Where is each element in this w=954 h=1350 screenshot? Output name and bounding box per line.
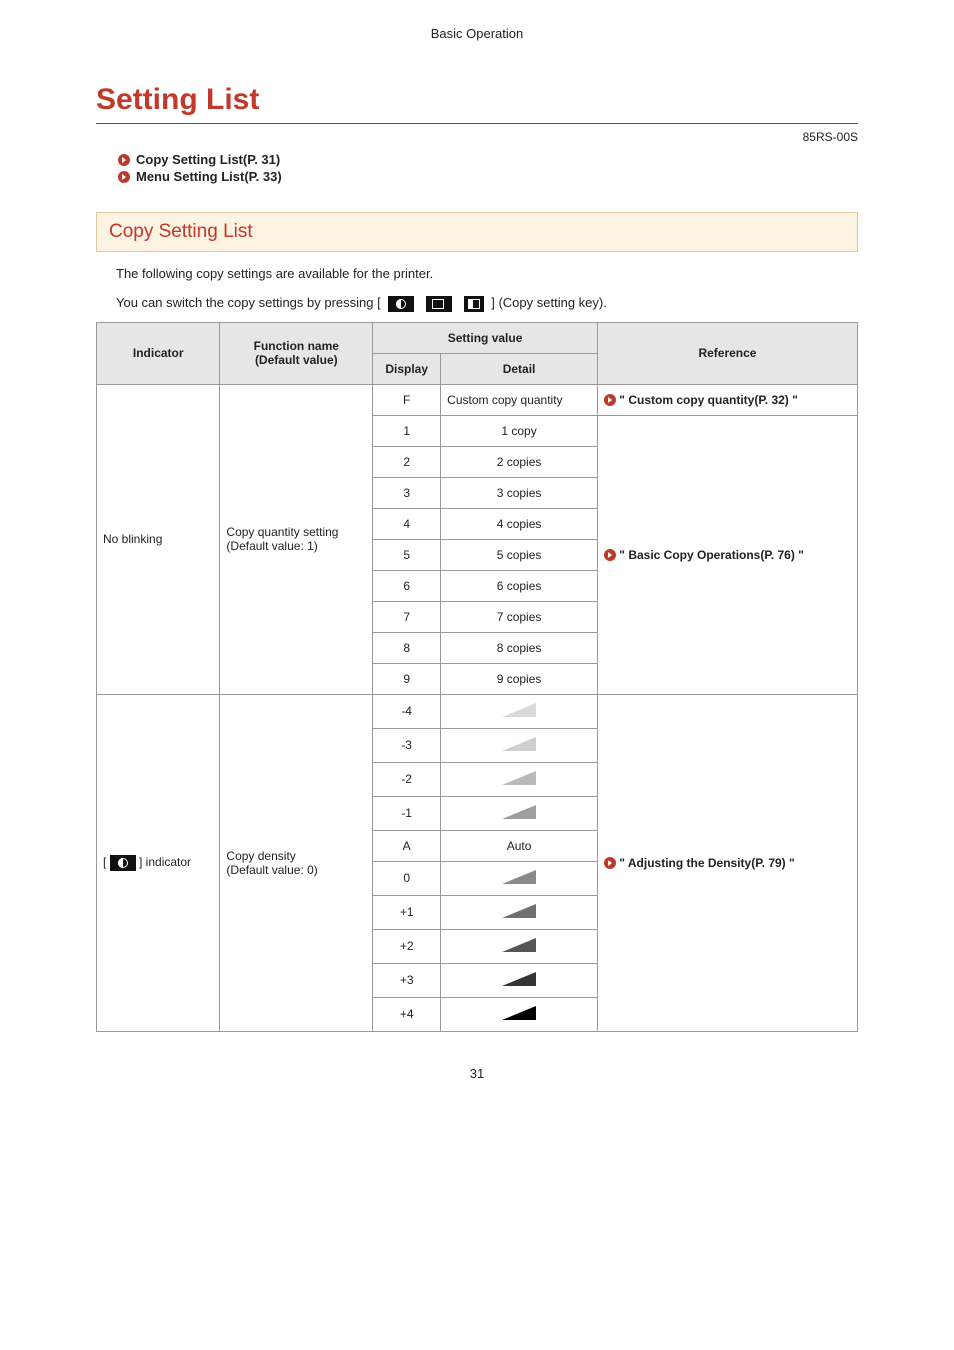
cell-display: A — [373, 830, 441, 861]
cell-detail-tri — [441, 997, 598, 1031]
cell-detail-tri — [441, 963, 598, 997]
th-setting-value: Setting value — [373, 322, 598, 353]
page-number: 31 — [96, 1066, 858, 1081]
density-triangle-icon — [502, 805, 536, 819]
ref-label: " Basic Copy Operations(P. 76) " — [619, 548, 804, 562]
th-indicator: Indicator — [97, 322, 220, 384]
bullet-play-icon — [604, 394, 616, 406]
density-triangle-icon — [502, 1006, 536, 1020]
cell-display: 3 — [373, 477, 441, 508]
ref-label: " Custom copy quantity(P. 32) " — [619, 393, 798, 407]
cell-detail-tri — [441, 929, 598, 963]
doc-code: 85RS-00S — [96, 130, 858, 144]
toc-link-copy-setting-list[interactable]: Copy Setting List(P. 31) — [118, 152, 858, 167]
intro-text-1: The following copy settings are availabl… — [116, 266, 858, 281]
section-heading-wrap: Copy Setting List — [96, 212, 858, 252]
th-display: Display — [373, 353, 441, 384]
density-triangle-icon — [502, 771, 536, 785]
ref-link-adjust-density[interactable]: " Adjusting the Density(P. 79) " — [597, 694, 857, 1031]
cell-func-copyqty: Copy quantity setting (Default value: 1) — [220, 384, 373, 694]
cell-detail: 7 copies — [441, 601, 598, 632]
ref-link-basic-copy-ops[interactable]: " Basic Copy Operations(P. 76) " — [597, 415, 857, 694]
cell-display: +3 — [373, 963, 441, 997]
cell-display: -1 — [373, 796, 441, 830]
bullet-play-icon — [604, 857, 616, 869]
cell-display: -2 — [373, 762, 441, 796]
th-detail: Detail — [441, 353, 598, 384]
bullet-play-icon — [604, 549, 616, 561]
cell-detail: 5 copies — [441, 539, 598, 570]
ref-label: " Adjusting the Density(P. 79) " — [619, 856, 794, 870]
ref-link-custom-copy-qty[interactable]: " Custom copy quantity(P. 32) " — [597, 384, 857, 415]
cell-detail: 4 copies — [441, 508, 598, 539]
density-triangle-icon — [502, 972, 536, 986]
density-triangle-icon — [502, 737, 536, 751]
cell-detail-tri — [441, 694, 598, 728]
cell-display: +2 — [373, 929, 441, 963]
intro-text-2: You can switch the copy settings by pres… — [116, 295, 858, 312]
cell-detail: 9 copies — [441, 663, 598, 694]
cell-display: -3 — [373, 728, 441, 762]
cell-display: 4 — [373, 508, 441, 539]
bullet-play-icon — [118, 171, 130, 183]
cell-detail-tri — [441, 796, 598, 830]
cell-detail: 2 copies — [441, 446, 598, 477]
th-function: Function name (Default value) — [220, 322, 373, 384]
cell-display: 1 — [373, 415, 441, 446]
cell-display: -4 — [373, 694, 441, 728]
cell-detail: 1 copy — [441, 415, 598, 446]
density-triangle-icon — [502, 870, 536, 884]
cell-detail-tri — [441, 895, 598, 929]
cell-indicator-noblink: No blinking — [97, 384, 220, 694]
cell-display: 2 — [373, 446, 441, 477]
page-title: Setting List — [96, 83, 858, 124]
intro-2b: ] (Copy setting key). — [491, 295, 607, 310]
id-key-icon — [464, 296, 484, 312]
section-heading: Copy Setting List — [109, 221, 845, 243]
density-triangle-icon — [502, 904, 536, 918]
toc-link-menu-setting-list[interactable]: Menu Setting List(P. 33) — [118, 169, 858, 184]
pages-key-icon — [426, 296, 452, 312]
cell-display: 9 — [373, 663, 441, 694]
settings-table: Indicator Function name (Default value) … — [96, 322, 858, 1032]
toc-label: Copy Setting List(P. 31) — [136, 152, 280, 167]
cell-display: 8 — [373, 632, 441, 663]
cell-display: 0 — [373, 861, 441, 895]
cell-display: 7 — [373, 601, 441, 632]
cell-detail: Custom copy quantity — [441, 384, 598, 415]
cell-detail: 3 copies — [441, 477, 598, 508]
cell-detail-tri — [441, 762, 598, 796]
density-triangle-icon — [502, 703, 536, 717]
cell-func-density: Copy density (Default value: 0) — [220, 694, 373, 1031]
cell-display: +1 — [373, 895, 441, 929]
cell-indicator-density: [ ] indicator — [97, 694, 220, 1031]
cell-detail-tri — [441, 728, 598, 762]
running-header: Basic Operation — [96, 26, 858, 41]
density-triangle-icon — [502, 938, 536, 952]
cell-detail: 6 copies — [441, 570, 598, 601]
cell-detail: Auto — [441, 830, 598, 861]
cell-detail-tri — [441, 861, 598, 895]
bullet-play-icon — [118, 154, 130, 166]
toc-label: Menu Setting List(P. 33) — [136, 169, 282, 184]
intro-2a: You can switch the copy settings by pres… — [116, 295, 381, 310]
density-indicator-icon — [110, 855, 136, 871]
cell-display: 5 — [373, 539, 441, 570]
th-reference: Reference — [597, 322, 857, 384]
cell-display: F — [373, 384, 441, 415]
cell-display: +4 — [373, 997, 441, 1031]
density-key-icon — [388, 296, 414, 312]
cell-display: 6 — [373, 570, 441, 601]
cell-detail: 8 copies — [441, 632, 598, 663]
